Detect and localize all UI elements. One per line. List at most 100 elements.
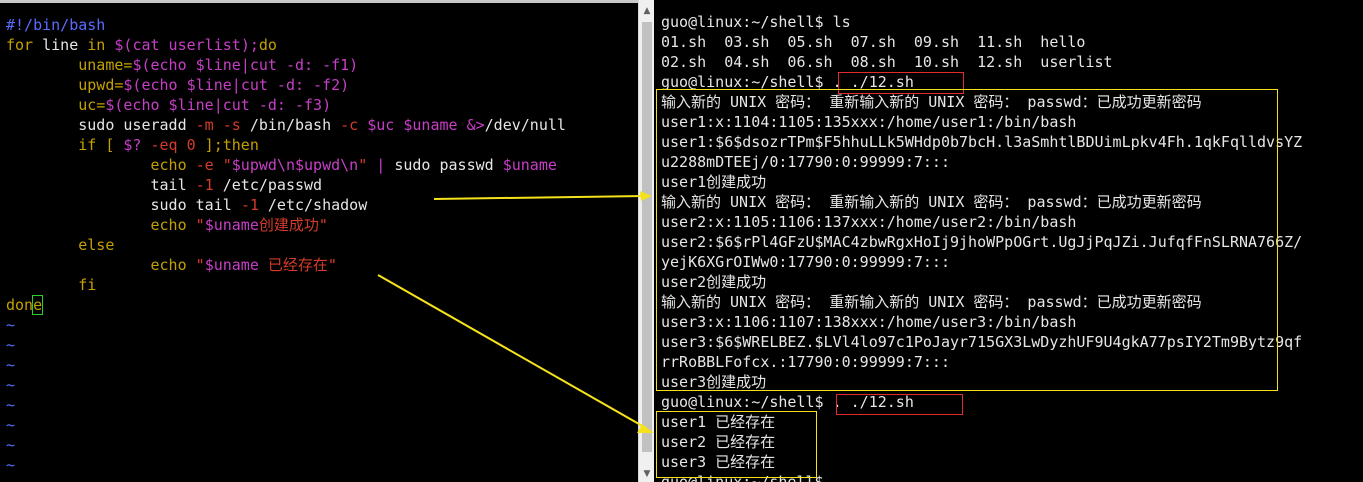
- code-token: cut -d: -f2): [240, 76, 350, 94]
- editor-line: echo -e "$upwd\n$upwd\n" | sudo passwd $…: [6, 155, 566, 175]
- code-token: );: [240, 36, 259, 54]
- code-token: [: [96, 136, 124, 154]
- code-token: ": [195, 216, 205, 234]
- code-token: -m -s: [195, 116, 241, 134]
- code-token: ~: [6, 316, 16, 334]
- code-token: uname=: [6, 56, 133, 74]
- code-token: |: [213, 96, 223, 114]
- code-token: 0: [186, 136, 196, 154]
- terminal-line: 输入新的 UNIX 密码： 重新输入新的 UNIX 密码： passwd：已成功…: [661, 193, 1202, 211]
- terminal-line: user3 已经存在: [661, 453, 776, 471]
- terminal-line: user1 已经存在: [661, 413, 776, 431]
- code-token: in: [87, 36, 106, 54]
- editor-line: ~: [6, 375, 566, 395]
- terminal-line: guo@linux:~/shell$ . ./12.sh: [661, 393, 914, 411]
- editor-line: ~: [6, 435, 566, 455]
- terminal-output: guo@linux:~/shell$ ls 01.sh 03.sh 05.sh 0…: [661, 12, 1302, 482]
- editor-line: ~: [6, 415, 566, 435]
- editor-line: ~: [6, 455, 566, 475]
- code-token: -e: [195, 156, 214, 174]
- editor-content[interactable]: #!/bin/bash for line in $(cat userlist);d…: [6, 15, 566, 475]
- code-token: echo: [6, 156, 196, 174]
- code-token: -c: [340, 116, 359, 134]
- code-token: ~: [6, 336, 16, 354]
- code-token: /etc/shadow: [258, 196, 368, 214]
- code-token: ~: [6, 356, 16, 374]
- code-token: upwd=: [6, 76, 124, 94]
- code-token: ": [195, 256, 205, 274]
- terminal-line: guo@linux:~/shell$: [661, 473, 833, 482]
- terminal-pane[interactable]: guo@linux:~/shell$ ls 01.sh 03.sh 05.sh 0…: [654, 0, 1363, 482]
- code-token: ~: [6, 376, 16, 394]
- code-token: |: [231, 76, 241, 94]
- code-token: uc=: [6, 96, 106, 114]
- code-token: echo: [6, 216, 196, 234]
- editor-line: ~: [6, 315, 566, 335]
- vim-editor-pane[interactable]: #!/bin/bash for line in $(cat userlist);d…: [0, 0, 638, 482]
- code-token: don: [6, 296, 34, 314]
- code-token: $(echo $line: [132, 56, 241, 74]
- code-token: cut -d: -f1): [249, 56, 359, 74]
- terminal-line: 02.sh 04.sh 06.sh 08.sh 10.sh 12.sh user…: [661, 53, 1113, 71]
- terminal-line: user1创建成功: [661, 173, 767, 191]
- code-token: ~: [6, 396, 16, 414]
- editor-line: sudo useradd -m -s /bin/bash -c $uc $una…: [6, 115, 566, 135]
- code-token: ~: [6, 456, 16, 474]
- code-token: cut -d: -f3): [222, 96, 332, 114]
- code-token: 创建成功": [258, 216, 328, 234]
- code-token: tail: [6, 176, 196, 194]
- editor-line: else: [6, 235, 566, 255]
- code-token: /dev/null: [484, 116, 566, 134]
- code-token: $uname: [204, 256, 259, 274]
- terminal-line: user3创建成功: [661, 373, 767, 391]
- editor-line: ~: [6, 335, 566, 355]
- code-token: $(echo $line: [105, 96, 214, 114]
- code-token: echo: [6, 256, 196, 274]
- terminal-line: 输入新的 UNIX 密码： 重新输入新的 UNIX 密码： passwd：已成功…: [661, 293, 1202, 311]
- terminal-line: user2 已经存在: [661, 433, 776, 451]
- text-cursor: e: [32, 295, 44, 315]
- editor-line: ~: [6, 395, 566, 415]
- editor-line: tail -1 /etc/passwd: [6, 175, 566, 195]
- code-token: |: [367, 156, 395, 174]
- code-token: for: [6, 36, 34, 54]
- editor-line: uname=$(echo $line|cut -d: -f1): [6, 55, 566, 75]
- scroll-up-arrow-icon[interactable]: ▲: [639, 3, 655, 19]
- code-token: sudo useradd: [6, 116, 196, 134]
- terminal-line: guo@linux:~/shell$ . ./12.sh: [661, 73, 914, 91]
- editor-line: uc=$(echo $line|cut -d: -f3): [6, 95, 566, 115]
- terminal-line: user1:$6$dsozrTPm$F5hhuLLk5WHdp0b7bcH.l3…: [661, 133, 1303, 151]
- code-token: $?: [123, 136, 142, 154]
- editor-line: for line in $(cat userlist);do: [6, 35, 566, 55]
- code-token: -1: [195, 176, 214, 194]
- terminal-line: u2288mDTEEj/0:17790:0:99999:7:::: [661, 153, 950, 171]
- code-token: $uname: [204, 216, 259, 234]
- code-token: /bin/bash: [240, 116, 341, 134]
- editor-scrollbar[interactable]: ▲ ▼: [638, 0, 654, 482]
- scroll-down-arrow-icon[interactable]: ▼: [639, 466, 655, 482]
- terminal-line: user2:$6$rPl4GFzU$MAC4zbwRgxHoIj9jhoWPpO…: [661, 233, 1303, 251]
- code-token: $(: [105, 36, 133, 54]
- editor-line: echo "$uname创建成功": [6, 215, 566, 235]
- terminal-line: user3:$6$WRELBEZ.$LVl4lo97c1PoJayr715GX3…: [661, 333, 1303, 351]
- code-token: $uname: [502, 156, 557, 174]
- code-token: $upwd\n$upwd\n: [231, 156, 359, 174]
- code-token: |: [240, 56, 250, 74]
- editor-line: #!/bin/bash: [6, 15, 566, 35]
- editor-line: done: [6, 295, 566, 315]
- terminal-line: guo@linux:~/shell$ ls: [661, 13, 851, 31]
- terminal-line: user1:x:1104:1105:135xxx:/home/user1:/bi…: [661, 113, 1077, 131]
- terminal-line: user2:x:1105:1106:137xxx:/home/user2:/bi…: [661, 213, 1077, 231]
- editor-line: sudo tail -1 /etc/shadow: [6, 195, 566, 215]
- code-token: else: [6, 236, 115, 254]
- code-token: #!/bin/bash: [6, 16, 106, 34]
- scrollbar-thumb[interactable]: [642, 22, 652, 452]
- terminal-line: user3:x:1106:1107:138xxx:/home/user3:/bi…: [661, 313, 1077, 331]
- code-token: $uc $uname: [367, 116, 458, 134]
- terminal-line: rrRoBBLFofcx.:17790:0:99999:7:::: [661, 353, 950, 371]
- terminal-line: 输入新的 UNIX 密码： 重新输入新的 UNIX 密码： passwd：已成功…: [661, 93, 1202, 111]
- editor-line: if [ $? -eq 0 ];then: [6, 135, 566, 155]
- editor-line: fi: [6, 275, 566, 295]
